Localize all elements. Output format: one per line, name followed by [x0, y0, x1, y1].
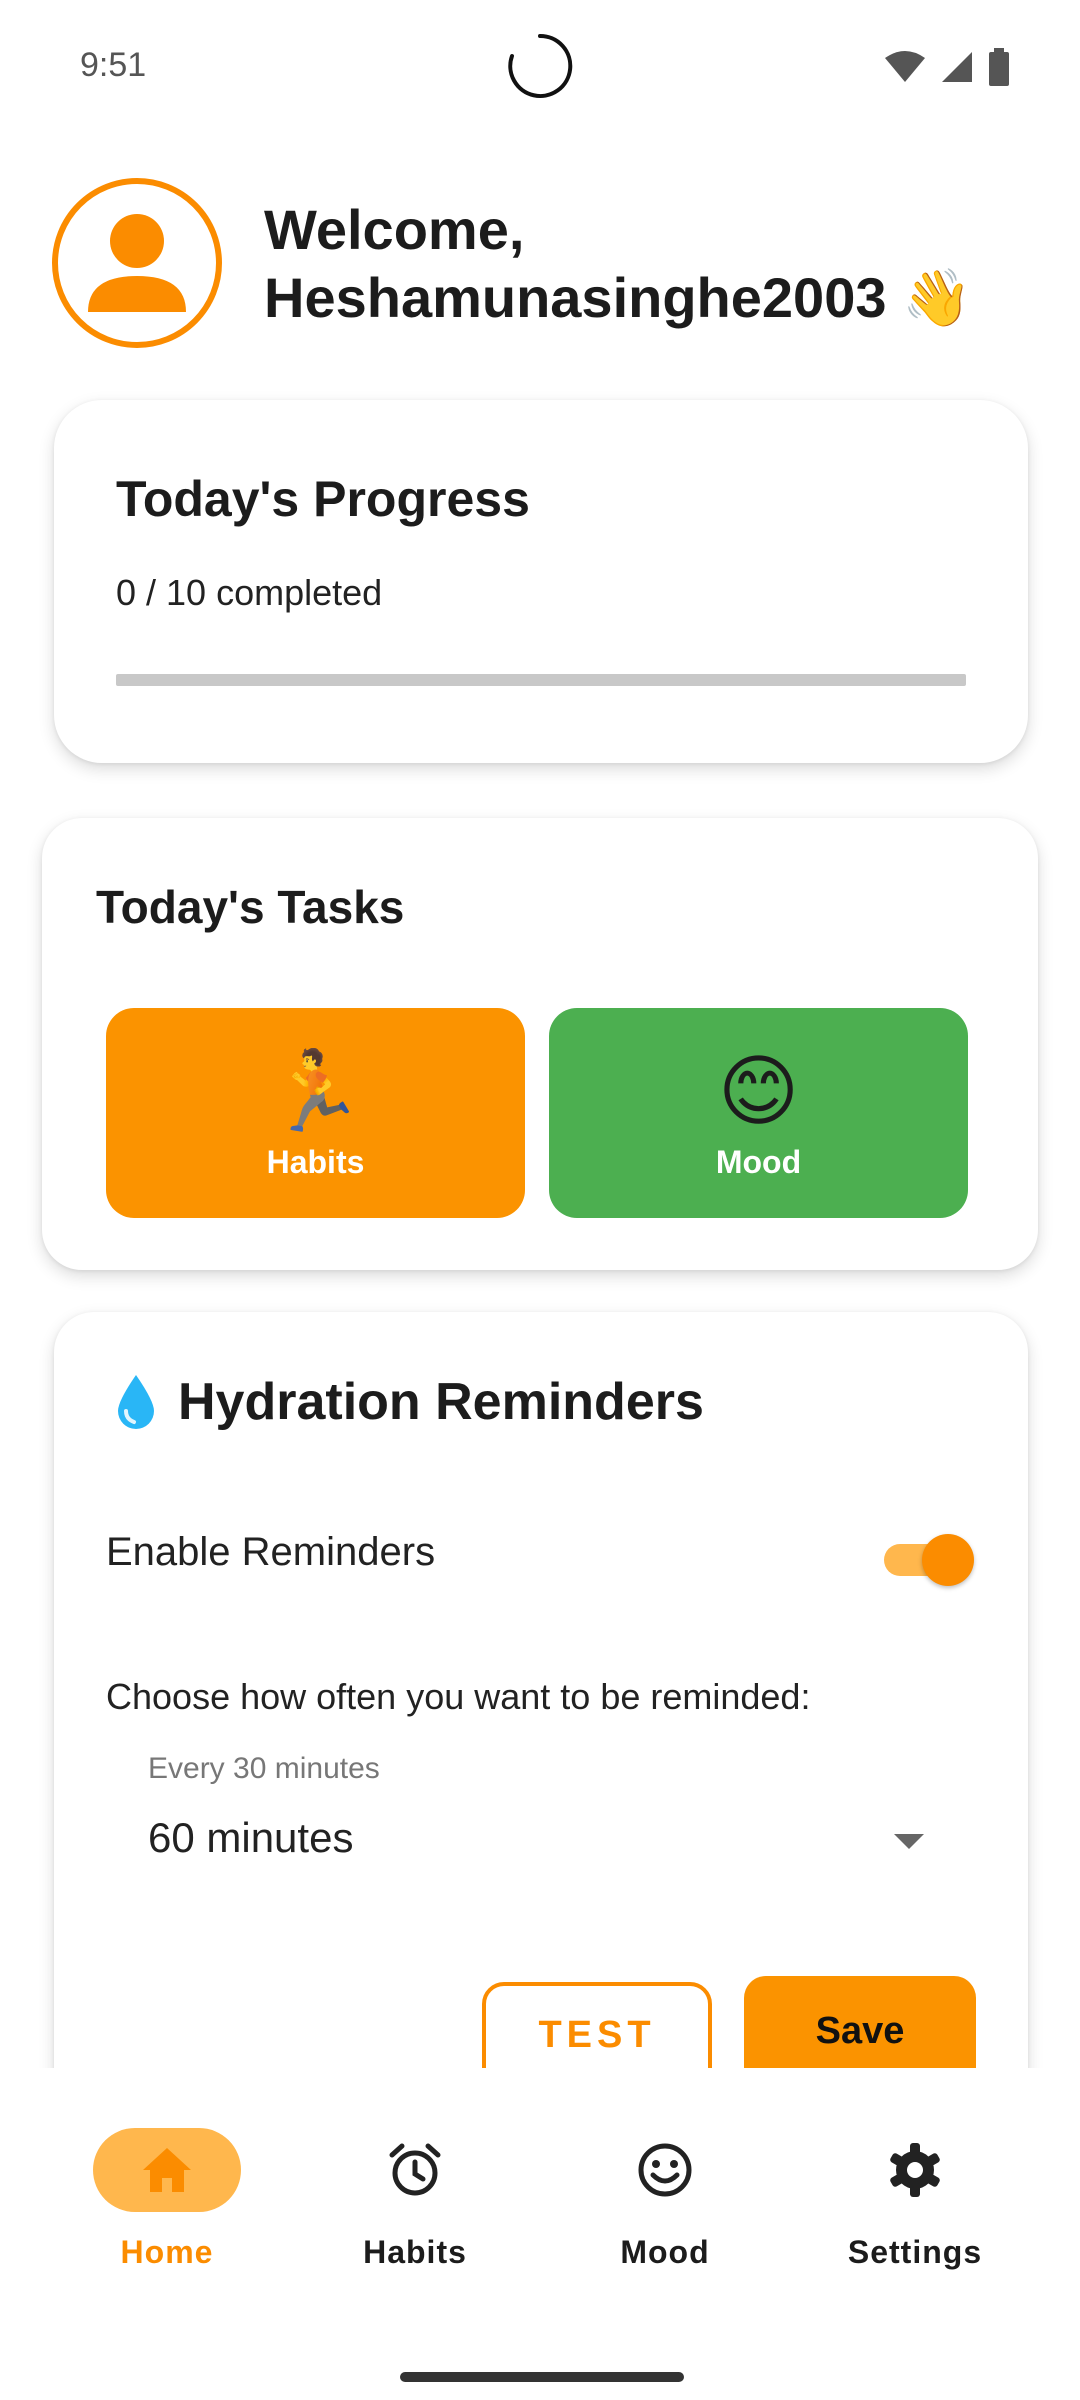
progress-title: Today's Progress: [116, 471, 530, 527]
nav-home-indicator: [93, 2128, 241, 2212]
camera-cutout-icon: [508, 33, 573, 98]
tasks-title: Today's Tasks: [96, 881, 405, 933]
enable-reminders-toggle[interactable]: [884, 1530, 974, 1586]
smiling-face-icon: 😊: [717, 1046, 800, 1135]
dropdown-arrow-icon[interactable]: [894, 1834, 924, 1849]
gear-icon: [890, 2143, 940, 2197]
nav-mood-icon-wrap: [591, 2128, 739, 2212]
status-bar: 9:51: [0, 0, 1080, 135]
nav-item-mood[interactable]: Mood: [540, 2128, 790, 2298]
enable-reminders-label: Enable Reminders: [106, 1530, 436, 1574]
welcome-heading: Welcome, Heshamunasinghe2003 👋: [264, 198, 972, 329]
progress-count: 0 / 10 completed: [116, 572, 383, 613]
status-time: 9:51: [80, 46, 147, 84]
battery-icon: [989, 48, 1009, 86]
smiley-icon: [638, 2143, 692, 2197]
tasks-card: Today's Tasks 🏃 Habits 😊 Mood: [42, 818, 1038, 1270]
alarm-clock-icon: [389, 2143, 441, 2196]
status-icons: [884, 48, 1010, 86]
nav-item-settings[interactable]: Settings: [790, 2128, 1040, 2298]
toggle-thumb: [922, 1534, 974, 1586]
habits-task-button[interactable]: 🏃 Habits: [106, 1008, 525, 1218]
cellular-signal-icon: [942, 52, 972, 82]
frequency-select-caption: Every 30 minutes: [148, 1752, 380, 1785]
nav-habits-icon-wrap: [341, 2128, 489, 2212]
nav-settings-icon-wrap: [841, 2128, 989, 2212]
home-screen: 9:51 Welcome, Heshamunasinghe2003 👋 Toda…: [0, 0, 1080, 2400]
hydration-title-row: 💧 Hydration Reminders: [114, 1372, 704, 1432]
water-drop-icon: [118, 1375, 154, 1429]
wifi-icon: [885, 51, 925, 82]
hydration-title: Hydration Reminders: [178, 1373, 704, 1431]
nav-label-settings: Settings: [847, 2234, 983, 2270]
avatar[interactable]: [52, 178, 222, 348]
hydration-card: 💧 Hydration Reminders Enable Reminders C…: [54, 1312, 1028, 2092]
running-person-icon: 🏃: [266, 1046, 365, 1135]
nav-label-home: Home: [120, 2234, 214, 2270]
nav-label-mood: Mood: [620, 2234, 710, 2270]
progress-bar: [116, 674, 966, 686]
frequency-prompt: Choose how often you want to be reminded…: [106, 1676, 811, 1717]
bottom-navigation: Home Habits Mood Settings: [0, 2068, 1080, 2400]
frequency-select-value[interactable]: 60 minutes: [148, 1814, 353, 1862]
nav-item-habits[interactable]: Habits: [290, 2128, 540, 2298]
home-icon: [143, 2148, 191, 2192]
home-gesture-bar[interactable]: [400, 2372, 684, 2382]
mood-task-button[interactable]: 😊 Mood: [549, 1008, 968, 1218]
user-avatar-icon: [88, 214, 186, 312]
mood-task-label: Mood: [715, 1143, 802, 1180]
habits-task-label: Habits: [266, 1143, 365, 1180]
nav-item-home[interactable]: Home: [42, 2128, 292, 2298]
nav-label-habits: Habits: [363, 2234, 467, 2270]
progress-card: Today's Progress 0 / 10 completed: [54, 400, 1028, 763]
